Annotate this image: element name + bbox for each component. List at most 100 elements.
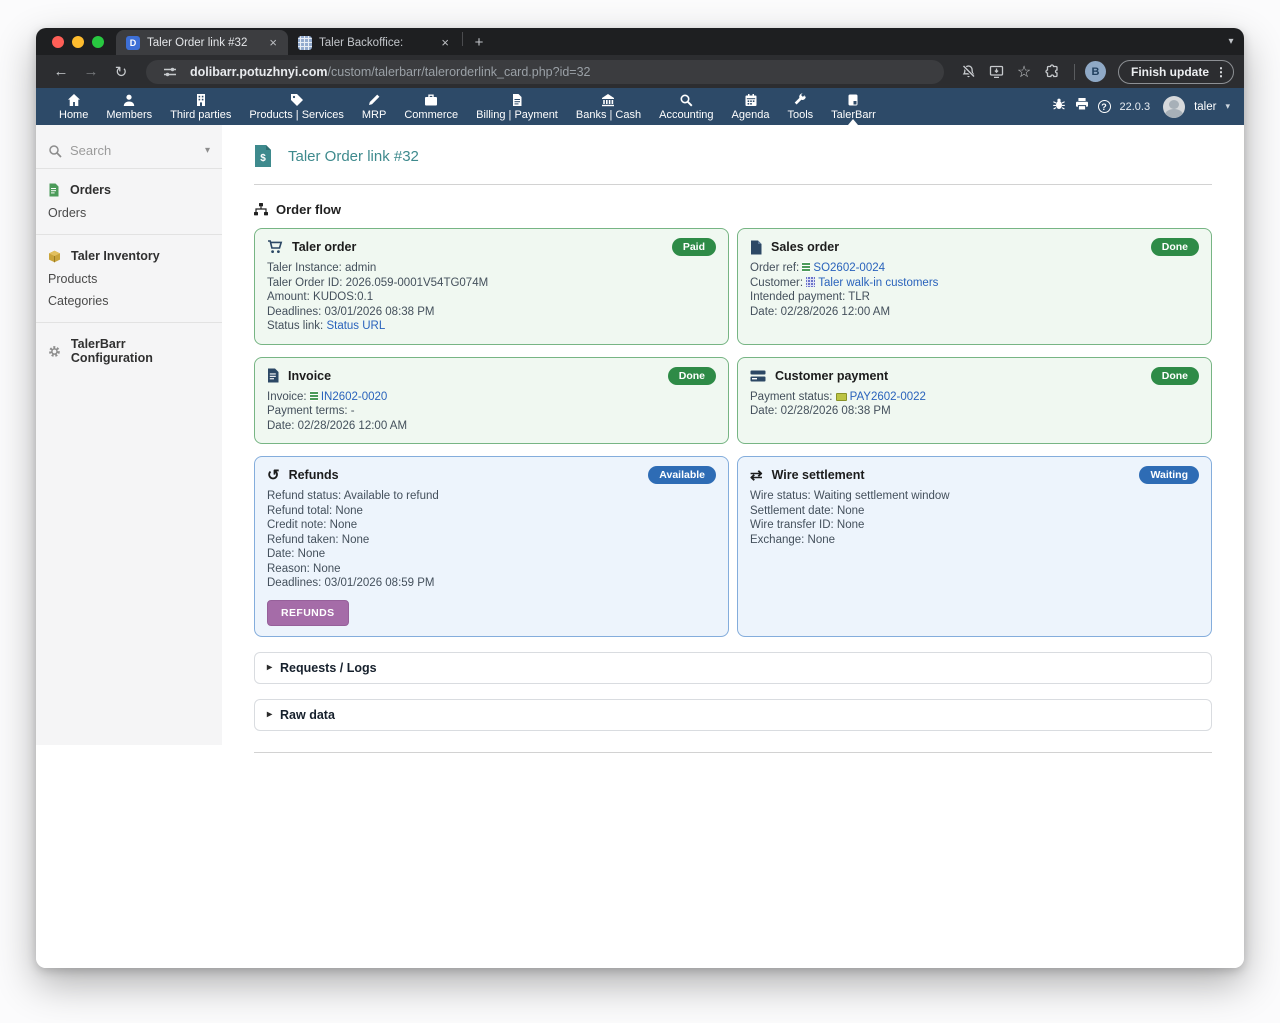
card-line: Deadlines: 03/01/2026 08:38 PM — [267, 305, 716, 320]
close-tab-icon[interactable]: × — [438, 35, 452, 50]
debug-bug-icon[interactable] — [1052, 97, 1066, 116]
inventory-box-icon — [48, 250, 61, 263]
products-icon — [290, 93, 304, 107]
finish-update-button[interactable]: Finish update ⋮ — [1118, 60, 1234, 84]
reload-button[interactable]: ↻ — [108, 59, 134, 85]
card-line: Status link: Status URL — [267, 319, 716, 334]
menu-mrp[interactable]: MRP — [353, 88, 395, 125]
forward-button[interactable]: → — [78, 59, 104, 85]
sidebar-item-products[interactable]: Products — [36, 268, 222, 290]
sidebar-search[interactable]: ▾ — [36, 135, 222, 169]
collapse-caret-icon: ▸ — [267, 662, 272, 673]
user-avatar[interactable] — [1163, 96, 1185, 118]
install-app-icon[interactable] — [984, 60, 1008, 84]
sidebar-section-orders[interactable]: Orders — [36, 179, 222, 202]
address-bar[interactable]: dolibarr.potuzhnyi.com/custom/talerbarr/… — [146, 60, 944, 84]
collapse-caret-icon: ▸ — [267, 709, 272, 720]
menu-commerce[interactable]: Commerce — [395, 88, 467, 125]
bookmark-star-icon[interactable]: ☆ — [1012, 60, 1036, 84]
sidebar-section-talerbarr-configuration[interactable]: TalerBarr Configuration — [36, 333, 222, 370]
raw-data-label: Raw data — [280, 708, 335, 722]
customer-link[interactable]: Taler walk-in customers — [818, 277, 938, 289]
profile-avatar[interactable]: B — [1085, 61, 1106, 82]
new-tab-button[interactable]: + — [467, 30, 491, 54]
divider — [254, 184, 1212, 185]
credit-card-icon — [750, 370, 766, 382]
menu-talerbarr[interactable]: TalerBarr — [822, 88, 885, 125]
taler-order-file-dollar-icon: $ — [254, 145, 272, 167]
members-icon — [122, 93, 136, 107]
divider — [254, 752, 1212, 753]
invoice-ref-link[interactable]: IN2602-0020 — [321, 391, 388, 403]
card-title: Invoice — [288, 369, 659, 383]
back-button[interactable]: ← — [48, 59, 74, 85]
url-path: /custom/talerbarr/talerorderlink_card.ph… — [328, 65, 591, 79]
refunds-button[interactable]: REFUNDS — [267, 600, 349, 626]
requests-logs-section[interactable]: ▸ Requests / Logs — [254, 652, 1212, 684]
sidebar-item-orders[interactable]: Orders — [36, 202, 222, 224]
search-dropdown-caret-icon[interactable]: ▾ — [205, 145, 210, 156]
close-window-button[interactable] — [52, 36, 64, 48]
card-line: Intended payment: TLR — [750, 290, 1199, 305]
sidebar-item-categories[interactable]: Categories — [36, 290, 222, 312]
tab-separator — [462, 32, 463, 46]
raw-data-section[interactable]: ▸ Raw data — [254, 699, 1212, 731]
menu-members[interactable]: Members — [97, 88, 161, 125]
card-title: Refunds — [289, 468, 640, 482]
status-url-link[interactable]: Status URL — [326, 320, 385, 332]
user-menu-caret-icon[interactable]: ▾ — [1225, 101, 1230, 112]
card-line: Refund total: None — [267, 504, 716, 519]
browser-tab-inactive[interactable]: Taler Backoffice: × — [288, 30, 460, 55]
menu-accounting[interactable]: Accounting — [650, 88, 722, 125]
card-taler-order: Taler order Paid Taler Instance: admin T… — [254, 228, 729, 345]
menu-products-services[interactable]: Products | Services — [240, 88, 353, 125]
invoice-file-icon — [267, 368, 279, 383]
minimize-window-button[interactable] — [72, 36, 84, 48]
payment-icon — [836, 393, 847, 401]
browser-toolbar: ← → ↻ dolibarr.potuzhnyi.com/custom/tale… — [36, 55, 1244, 88]
card-line: Amount: KUDOS:0.1 — [267, 290, 716, 305]
print-icon[interactable] — [1075, 97, 1089, 116]
billing-icon — [510, 93, 524, 107]
cart-icon — [267, 240, 283, 254]
browser-tab-active[interactable]: D Taler Order link #32 × — [116, 30, 288, 55]
talerbarr-icon — [846, 93, 860, 107]
help-icon[interactable]: ? — [1098, 100, 1111, 113]
close-tab-icon[interactable]: × — [266, 35, 280, 50]
menu-banks-cash[interactable]: Banks | Cash — [567, 88, 650, 125]
window-controls — [36, 28, 116, 55]
tab-search-chevron-icon[interactable]: ▾ — [1218, 28, 1244, 55]
card-line: Payment status: PAY2602-0022 — [750, 390, 1199, 405]
tab-title: Taler Order link #32 — [147, 37, 259, 49]
menu-third-parties[interactable]: Third parties — [161, 88, 240, 125]
main-content: $ Taler Order link #32 Order flow Taler … — [222, 125, 1244, 968]
status-badge: Done — [1151, 238, 1199, 256]
browser-menu-dots-icon[interactable]: ⋮ — [1215, 65, 1227, 79]
sidebar-section-taler-inventory[interactable]: Taler Inventory — [36, 245, 222, 268]
card-line: Wire status: Waiting settlement window — [750, 489, 1199, 504]
search-input[interactable] — [70, 143, 197, 158]
zoom-window-button[interactable] — [92, 36, 104, 48]
order-flow-cards: Taler order Paid Taler Instance: admin T… — [254, 228, 1212, 637]
menu-agenda[interactable]: Agenda — [723, 88, 779, 125]
payment-ref-link[interactable]: PAY2602-0022 — [850, 391, 926, 403]
card-line: Date: 02/28/2026 08:38 PM — [750, 404, 1199, 419]
toolbar-separator — [1074, 64, 1075, 80]
menu-billing-payment[interactable]: Billing | Payment — [467, 88, 567, 125]
browser-window: D Taler Order link #32 × Taler Backoffic… — [36, 28, 1244, 968]
version-number: 22.0.3 — [1120, 101, 1151, 113]
notifications-blocked-icon[interactable] — [956, 60, 980, 84]
menu-home[interactable]: Home — [50, 88, 97, 125]
sales-order-ref-link[interactable]: SO2602-0024 — [813, 262, 885, 274]
file-icon — [802, 262, 810, 272]
status-badge: Waiting — [1139, 466, 1199, 484]
card-line: Taler Instance: admin — [267, 261, 716, 276]
finish-update-label: Finish update — [1131, 65, 1209, 79]
menu-tools[interactable]: Tools — [778, 88, 822, 125]
taler-backoffice-favicon — [298, 36, 312, 50]
user-name[interactable]: taler — [1194, 101, 1216, 113]
site-settings-icon[interactable] — [158, 60, 182, 84]
building-icon — [806, 277, 815, 287]
card-title: Wire settlement — [772, 468, 1131, 482]
extensions-puzzle-icon[interactable] — [1040, 60, 1064, 84]
